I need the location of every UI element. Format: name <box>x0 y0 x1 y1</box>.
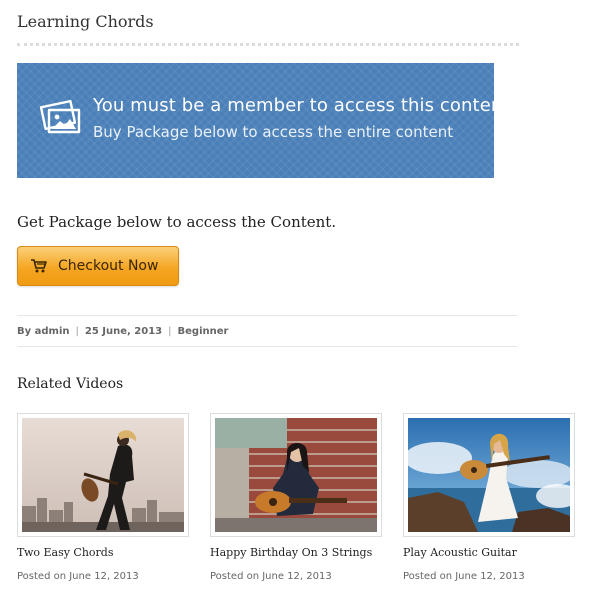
video-thumbnail-image <box>215 418 377 532</box>
video-thumbnail[interactable] <box>17 413 189 537</box>
package-heading: Get Package below to access the Content. <box>17 213 337 231</box>
meta-separator: | <box>75 325 79 337</box>
video-card: Two Easy Chords Posted on June 12, 2013 <box>17 413 189 582</box>
notice-submessage: Buy Package below to access the entire c… <box>93 123 454 141</box>
video-card: Play Acoustic Guitar Posted on June 12, … <box>403 413 575 582</box>
post-meta: By admin | 25 June, 2013 | Beginner <box>17 315 517 347</box>
video-title-link[interactable]: Two Easy Chords <box>17 546 189 559</box>
video-title-link[interactable]: Happy Birthday On 3 Strings <box>210 546 382 559</box>
related-heading: Related Videos <box>17 376 124 392</box>
membership-notice: You must be a member to access this cont… <box>17 63 515 178</box>
video-thumbnail-image <box>22 418 184 532</box>
checkout-button[interactable]: Checkout Now <box>17 246 179 286</box>
video-date: Posted on June 12, 2013 <box>210 571 332 582</box>
checkout-label: Checkout Now <box>58 258 159 274</box>
author-link[interactable]: admin <box>35 326 70 337</box>
video-title-link[interactable]: Play Acoustic Guitar <box>403 546 575 559</box>
page-title: Learning Chords <box>17 12 154 31</box>
category-link[interactable]: Beginner <box>178 326 229 337</box>
video-date: Posted on June 12, 2013 <box>17 571 139 582</box>
video-date: Posted on June 12, 2013 <box>403 571 525 582</box>
meta-separator: | <box>168 325 172 337</box>
photo-icon <box>39 99 81 134</box>
video-thumbnail-image <box>408 418 570 532</box>
title-divider <box>17 43 519 46</box>
video-thumbnail[interactable] <box>403 413 575 537</box>
post-date: 25 June, 2013 <box>84 325 163 337</box>
cart-icon <box>31 259 47 273</box>
video-card: Happy Birthday On 3 Strings Posted on Ju… <box>210 413 382 582</box>
author-prefix: By <box>17 325 32 337</box>
video-thumbnail[interactable] <box>210 413 382 537</box>
notice-message: You must be a member to access this cont… <box>93 95 516 116</box>
